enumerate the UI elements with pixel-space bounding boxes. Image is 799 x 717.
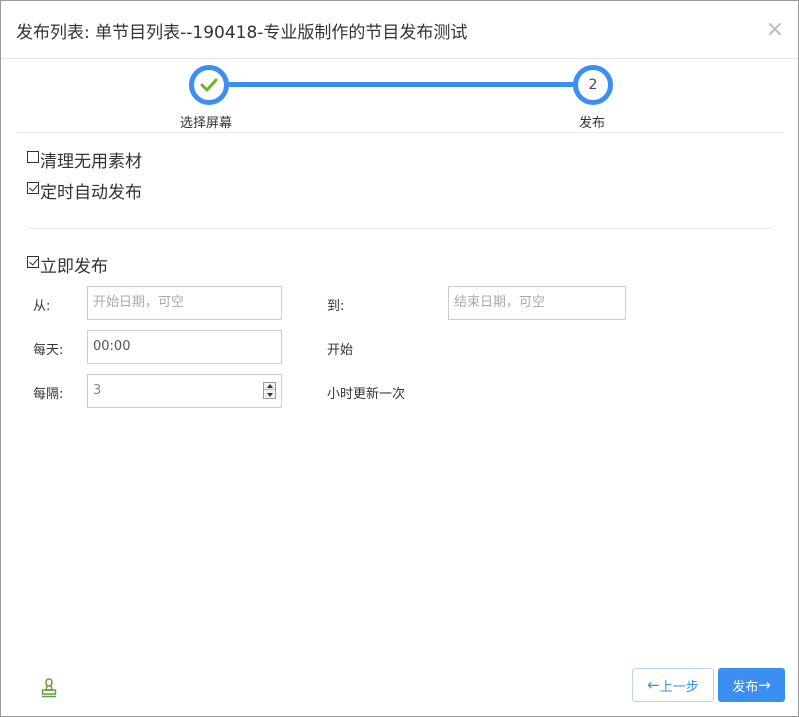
check-icon (200, 78, 218, 92)
to-label: 到: (327, 299, 345, 314)
checkbox-unchecked-icon[interactable] (27, 150, 39, 163)
checkbox-checked-icon[interactable] (27, 255, 39, 268)
arrow-right-icon: → (758, 675, 771, 694)
interval-label: 每隔: (33, 387, 64, 402)
clean-unused-checkbox[interactable]: 清理无用素材 (27, 147, 142, 172)
interval-suffix-text: 小时更新一次 (327, 387, 406, 402)
step-2-label: 发布 (579, 116, 606, 131)
dialog-title: 发布列表: 单节目列表--190418-专业版制作的节目发布测试 (16, 23, 468, 43)
close-icon[interactable]: × (766, 19, 784, 41)
step-2-circle: 2 (573, 65, 613, 105)
scheduled-publish-checkbox[interactable]: 定时自动发布 (27, 178, 142, 203)
publish-label: 发布 (732, 679, 759, 695)
publish-dialog: 发布列表: 单节目列表--190418-专业版制作的节目发布测试 × 2 选择屏… (0, 0, 799, 717)
publish-now-checkbox[interactable]: 立即发布 (27, 252, 108, 277)
publish-now-label: 立即发布 (40, 257, 108, 277)
previous-step-button[interactable]: ← 上一步 (632, 668, 714, 702)
step-1-label: 选择屏幕 (180, 116, 233, 131)
daily-time-input[interactable]: 00:00 (87, 330, 282, 364)
daily-start-text: 开始 (327, 343, 354, 358)
scheduled-publish-label: 定时自动发布 (40, 183, 142, 203)
start-date-placeholder: 开始日期，可空 (93, 295, 185, 310)
divider (17, 132, 784, 133)
end-date-placeholder: 结束日期，可空 (454, 295, 546, 310)
start-date-input[interactable]: 开始日期，可空 (87, 286, 282, 320)
daily-time-value: 00:00 (93, 339, 131, 354)
interval-value: 3 (93, 383, 102, 398)
step-progress-line (227, 82, 575, 87)
divider (27, 228, 773, 229)
arrow-left-icon: ← (647, 675, 660, 694)
stepper-up-icon[interactable] (264, 383, 275, 390)
interval-number-input[interactable]: 3 (87, 374, 282, 408)
step-1-circle (189, 65, 229, 105)
dialog-header: 发布列表: 单节目列表--190418-专业版制作的节目发布测试 × (1, 1, 798, 59)
end-date-input[interactable]: 结束日期，可空 (448, 286, 626, 320)
stamp-icon[interactable] (41, 678, 57, 698)
clean-unused-label: 清理无用素材 (40, 152, 142, 172)
previous-step-label: 上一步 (659, 679, 699, 695)
step-2-number: 2 (588, 77, 598, 93)
checkbox-checked-icon[interactable] (27, 181, 39, 194)
from-label: 从: (33, 299, 51, 314)
publish-button[interactable]: 发布 → (718, 668, 785, 702)
interval-stepper[interactable] (263, 382, 276, 399)
daily-label: 每天: (33, 343, 64, 358)
stepper-down-icon[interactable] (264, 391, 275, 398)
